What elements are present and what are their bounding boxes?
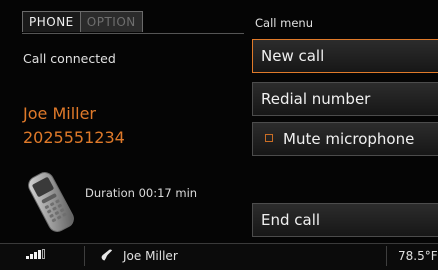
tab-divider xyxy=(22,33,244,34)
signal-strength-icon xyxy=(26,249,46,259)
caller-number: 2025551234 xyxy=(23,128,125,147)
mute-microphone-label: Mute microphone xyxy=(283,130,415,148)
phone-screen: PHONE OPTION Call connected Joe Miller 2… xyxy=(0,0,438,270)
status-bar-divider xyxy=(386,246,387,266)
mobile-phone-icon xyxy=(28,172,74,232)
handset-icon xyxy=(101,249,112,261)
status-bar xyxy=(0,243,438,270)
active-call-name: Joe Miller xyxy=(123,249,178,263)
end-call-button[interactable]: End call xyxy=(252,203,438,237)
tab-option[interactable]: OPTION xyxy=(80,11,143,32)
mute-microphone-button[interactable]: Mute microphone xyxy=(252,122,438,156)
tab-bar: PHONE OPTION xyxy=(22,11,143,33)
menu-title: Call menu xyxy=(255,16,313,30)
outside-temperature: 78.5°F xyxy=(398,249,438,263)
redial-number-button[interactable]: Redial number xyxy=(252,82,438,116)
status-bar-divider xyxy=(84,246,85,266)
caller-name: Joe Miller xyxy=(23,104,96,123)
new-call-button[interactable]: New call xyxy=(252,39,438,73)
tab-phone[interactable]: PHONE xyxy=(22,11,81,32)
mute-checkbox[interactable] xyxy=(265,133,273,142)
call-duration: Duration 00:17 min xyxy=(85,186,198,200)
call-status: Call connected xyxy=(23,51,116,66)
